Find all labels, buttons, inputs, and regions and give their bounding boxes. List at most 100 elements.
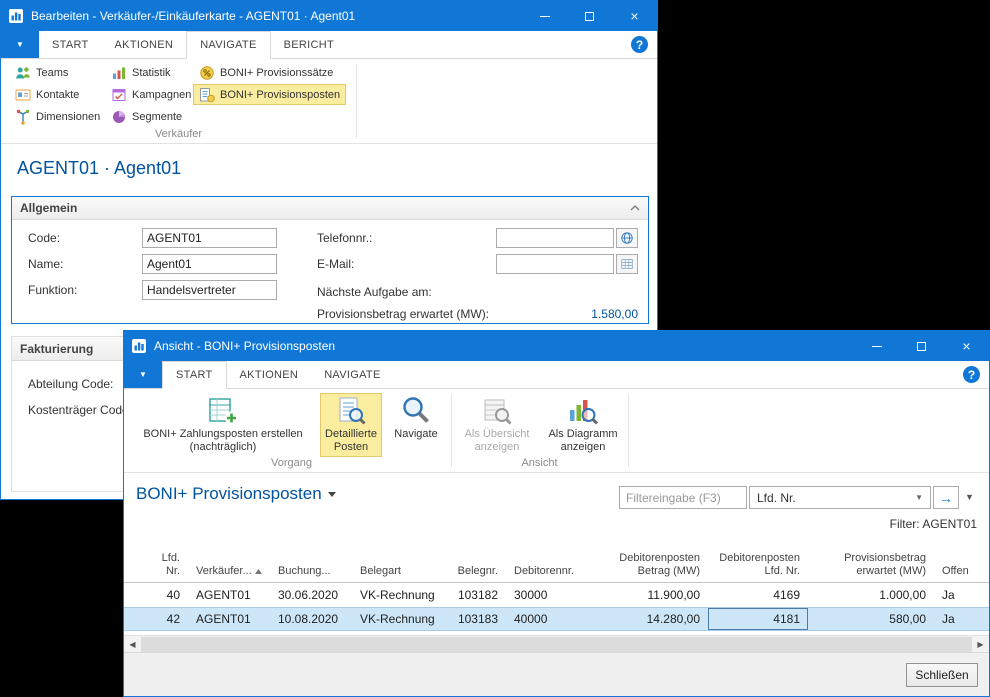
dialog-footer: Schließen: [124, 652, 989, 696]
scroll-right-icon[interactable]: ▶: [972, 636, 989, 653]
tab-bericht[interactable]: BERICHT: [271, 31, 347, 58]
sort-ascending-icon: [255, 569, 262, 574]
ribbon-item-label: Segmente: [132, 111, 182, 123]
collapse-icon[interactable]: [630, 205, 640, 211]
help-icon[interactable]: ?: [963, 366, 980, 383]
ribbon-tab-strip: ▼ START AKTIONEN NAVIGATE BERICHT ?: [1, 31, 657, 59]
ribbon-item-statistik[interactable]: Statistik: [105, 62, 197, 83]
cell-offen[interactable]: Ja: [934, 583, 982, 607]
column-header-offen[interactable]: Offen: [934, 565, 982, 582]
tab-start[interactable]: START: [39, 31, 102, 58]
column-header-debitorenposten-lfd-nr[interactable]: Debitorenposten Lfd. Nr.: [708, 552, 808, 582]
teams-icon: [15, 65, 31, 81]
cell-betrag[interactable]: 11.900,00: [598, 583, 708, 607]
email-field[interactable]: [496, 254, 614, 274]
close-button[interactable]: ×: [944, 331, 989, 361]
ribbon-item-label: BONI+ Provisionsposten: [220, 89, 340, 101]
filter-pane-chevron-icon[interactable]: ▼: [965, 492, 974, 502]
ribbon-button-als-diagramm-anzeigen[interactable]: Als Diagramm anzeigen: [542, 393, 624, 457]
column-header-debitorennr[interactable]: Debitorennr.: [506, 565, 598, 582]
cell-offen[interactable]: Ja: [934, 608, 982, 630]
code-field[interactable]: [142, 228, 277, 248]
ribbon-item-kontakte[interactable]: Kontakte: [9, 84, 106, 105]
cell-belegart[interactable]: VK-Rechnung: [352, 583, 444, 607]
ribbon-group-ansicht: Ansicht: [451, 457, 628, 469]
fasttab-allgemein-header[interactable]: Allgemein: [12, 197, 648, 220]
cell-provisionsbetrag[interactable]: 580,00: [808, 608, 934, 630]
apply-filter-button[interactable]: →: [933, 486, 959, 509]
cell-buchung[interactable]: 30.06.2020: [270, 583, 352, 607]
filter-field-dropdown[interactable]: Lfd. Nr. ▼: [749, 486, 931, 509]
column-header-debitorenposten-betrag[interactable]: Debitorenposten Betrag (MW): [598, 552, 708, 582]
horizontal-scrollbar[interactable]: ◀ ▶: [124, 635, 989, 652]
table-row[interactable]: 40 AGENT01 30.06.2020 VK-Rechnung 103182…: [124, 583, 989, 607]
ribbon-button-label: Als Übersicht anzeigen: [465, 428, 530, 454]
close-dialog-button[interactable]: Schließen: [906, 663, 978, 687]
app-menu-button[interactable]: ▼: [1, 31, 39, 58]
ribbon-item-dimensionen[interactable]: Dimensionen: [9, 106, 106, 127]
scroll-left-icon[interactable]: ◀: [124, 636, 141, 653]
ribbon-item-label: Teams: [36, 67, 68, 79]
chevron-down-icon: [328, 492, 336, 497]
ribbon-button-als-uebersicht-anzeigen: Als Übersicht anzeigen: [456, 393, 538, 457]
page-title[interactable]: BONI+ Provisionsposten: [136, 484, 336, 504]
ribbon-item-teams[interactable]: Teams: [9, 62, 106, 83]
filter-input[interactable]: [619, 486, 747, 509]
cell-belegart[interactable]: VK-Rechnung: [352, 608, 444, 630]
maximize-button[interactable]: [899, 331, 944, 361]
telefon-field[interactable]: [496, 228, 614, 248]
cell-betrag[interactable]: 14.280,00: [598, 608, 708, 630]
column-header-lfd-nr[interactable]: Lfd. Nr.: [128, 552, 188, 582]
table-row-selected[interactable]: 42 AGENT01 10.08.2020 VK-Rechnung 103183…: [124, 607, 989, 631]
cell-belegnr[interactable]: 103183: [444, 608, 506, 630]
maximize-button[interactable]: [567, 1, 612, 31]
cell-verkaeufer[interactable]: AGENT01: [188, 608, 270, 630]
ribbon-item-kampagnen[interactable]: Kampagnen: [105, 84, 197, 105]
close-button[interactable]: ×: [612, 1, 657, 31]
phone-dial-button[interactable]: [616, 228, 638, 248]
campaign-icon: [111, 87, 127, 103]
ribbon: Teams Kontakte Dimensionen Statistik Kam…: [1, 59, 657, 144]
minimize-icon: [872, 346, 882, 347]
ribbon-group-label: Verkäufer: [1, 128, 356, 140]
cell-debitorennr[interactable]: 30000: [506, 583, 598, 607]
ribbon-item-label: Kampagnen: [132, 89, 191, 101]
funktion-field[interactable]: [142, 280, 277, 300]
column-header-verkaeufer[interactable]: Verkäufer...: [188, 565, 270, 582]
column-header-provisionsbetrag[interactable]: Provisionsbetrag erwartet (MW): [808, 552, 934, 582]
tab-navigate[interactable]: NAVIGATE: [186, 31, 270, 59]
cell-lfd-nr[interactable]: 40: [128, 583, 188, 607]
ribbon-item-boni-provisionssaetze[interactable]: BONI+ Provisionssätze: [193, 62, 346, 83]
ribbon-button-detaillierte-posten[interactable]: Detaillierte Posten: [320, 393, 382, 457]
tab-aktionen[interactable]: AKTIONEN: [102, 31, 187, 58]
ribbon-item-segmente[interactable]: Segmente: [105, 106, 197, 127]
tab-start[interactable]: START: [162, 361, 227, 389]
cell-debitorennr[interactable]: 40000: [506, 608, 598, 630]
cell-belegnr[interactable]: 103182: [444, 583, 506, 607]
minimize-button[interactable]: [854, 331, 899, 361]
column-header-belegnr[interactable]: Belegnr.: [444, 565, 506, 582]
minimize-button[interactable]: [522, 1, 567, 31]
scrollbar-thumb[interactable]: [141, 637, 972, 652]
column-header-belegart[interactable]: Belegart: [352, 565, 444, 582]
cell-debitorenposten-lfd-nr-focused[interactable]: 4181: [708, 608, 808, 630]
email-assist-button[interactable]: [616, 254, 638, 274]
help-icon[interactable]: ?: [631, 36, 648, 53]
cell-buchung[interactable]: 10.08.2020: [270, 608, 352, 630]
cell-provisionsbetrag[interactable]: 1.000,00: [808, 583, 934, 607]
tab-navigate[interactable]: NAVIGATE: [311, 361, 393, 388]
app-menu-button[interactable]: ▼: [124, 361, 162, 388]
ribbon-button-label: Als Diagramm anzeigen: [548, 428, 617, 454]
cell-lfd-nr[interactable]: 42: [128, 608, 188, 630]
cell-verkaeufer[interactable]: AGENT01: [188, 583, 270, 607]
ribbon-button-create-payment-entries[interactable]: BONI+ Zahlungsposten erstellen (nachträg…: [132, 393, 314, 457]
column-header-buchung[interactable]: Buchung...: [270, 565, 352, 582]
tab-aktionen[interactable]: AKTIONEN: [227, 361, 312, 388]
cell-debitorenposten-lfd-nr[interactable]: 4169: [708, 583, 808, 607]
name-field[interactable]: [142, 254, 277, 274]
ribbon-group-vorgang: Vorgang: [132, 457, 451, 469]
ribbon-button-navigate[interactable]: Navigate: [387, 393, 445, 457]
provisionsbetrag-value[interactable]: 1.580,00: [498, 307, 638, 321]
ribbon-item-boni-provisionsposten[interactable]: BONI+ Provisionsposten: [193, 84, 346, 105]
column-header-label: Verkäufer...: [196, 565, 252, 577]
